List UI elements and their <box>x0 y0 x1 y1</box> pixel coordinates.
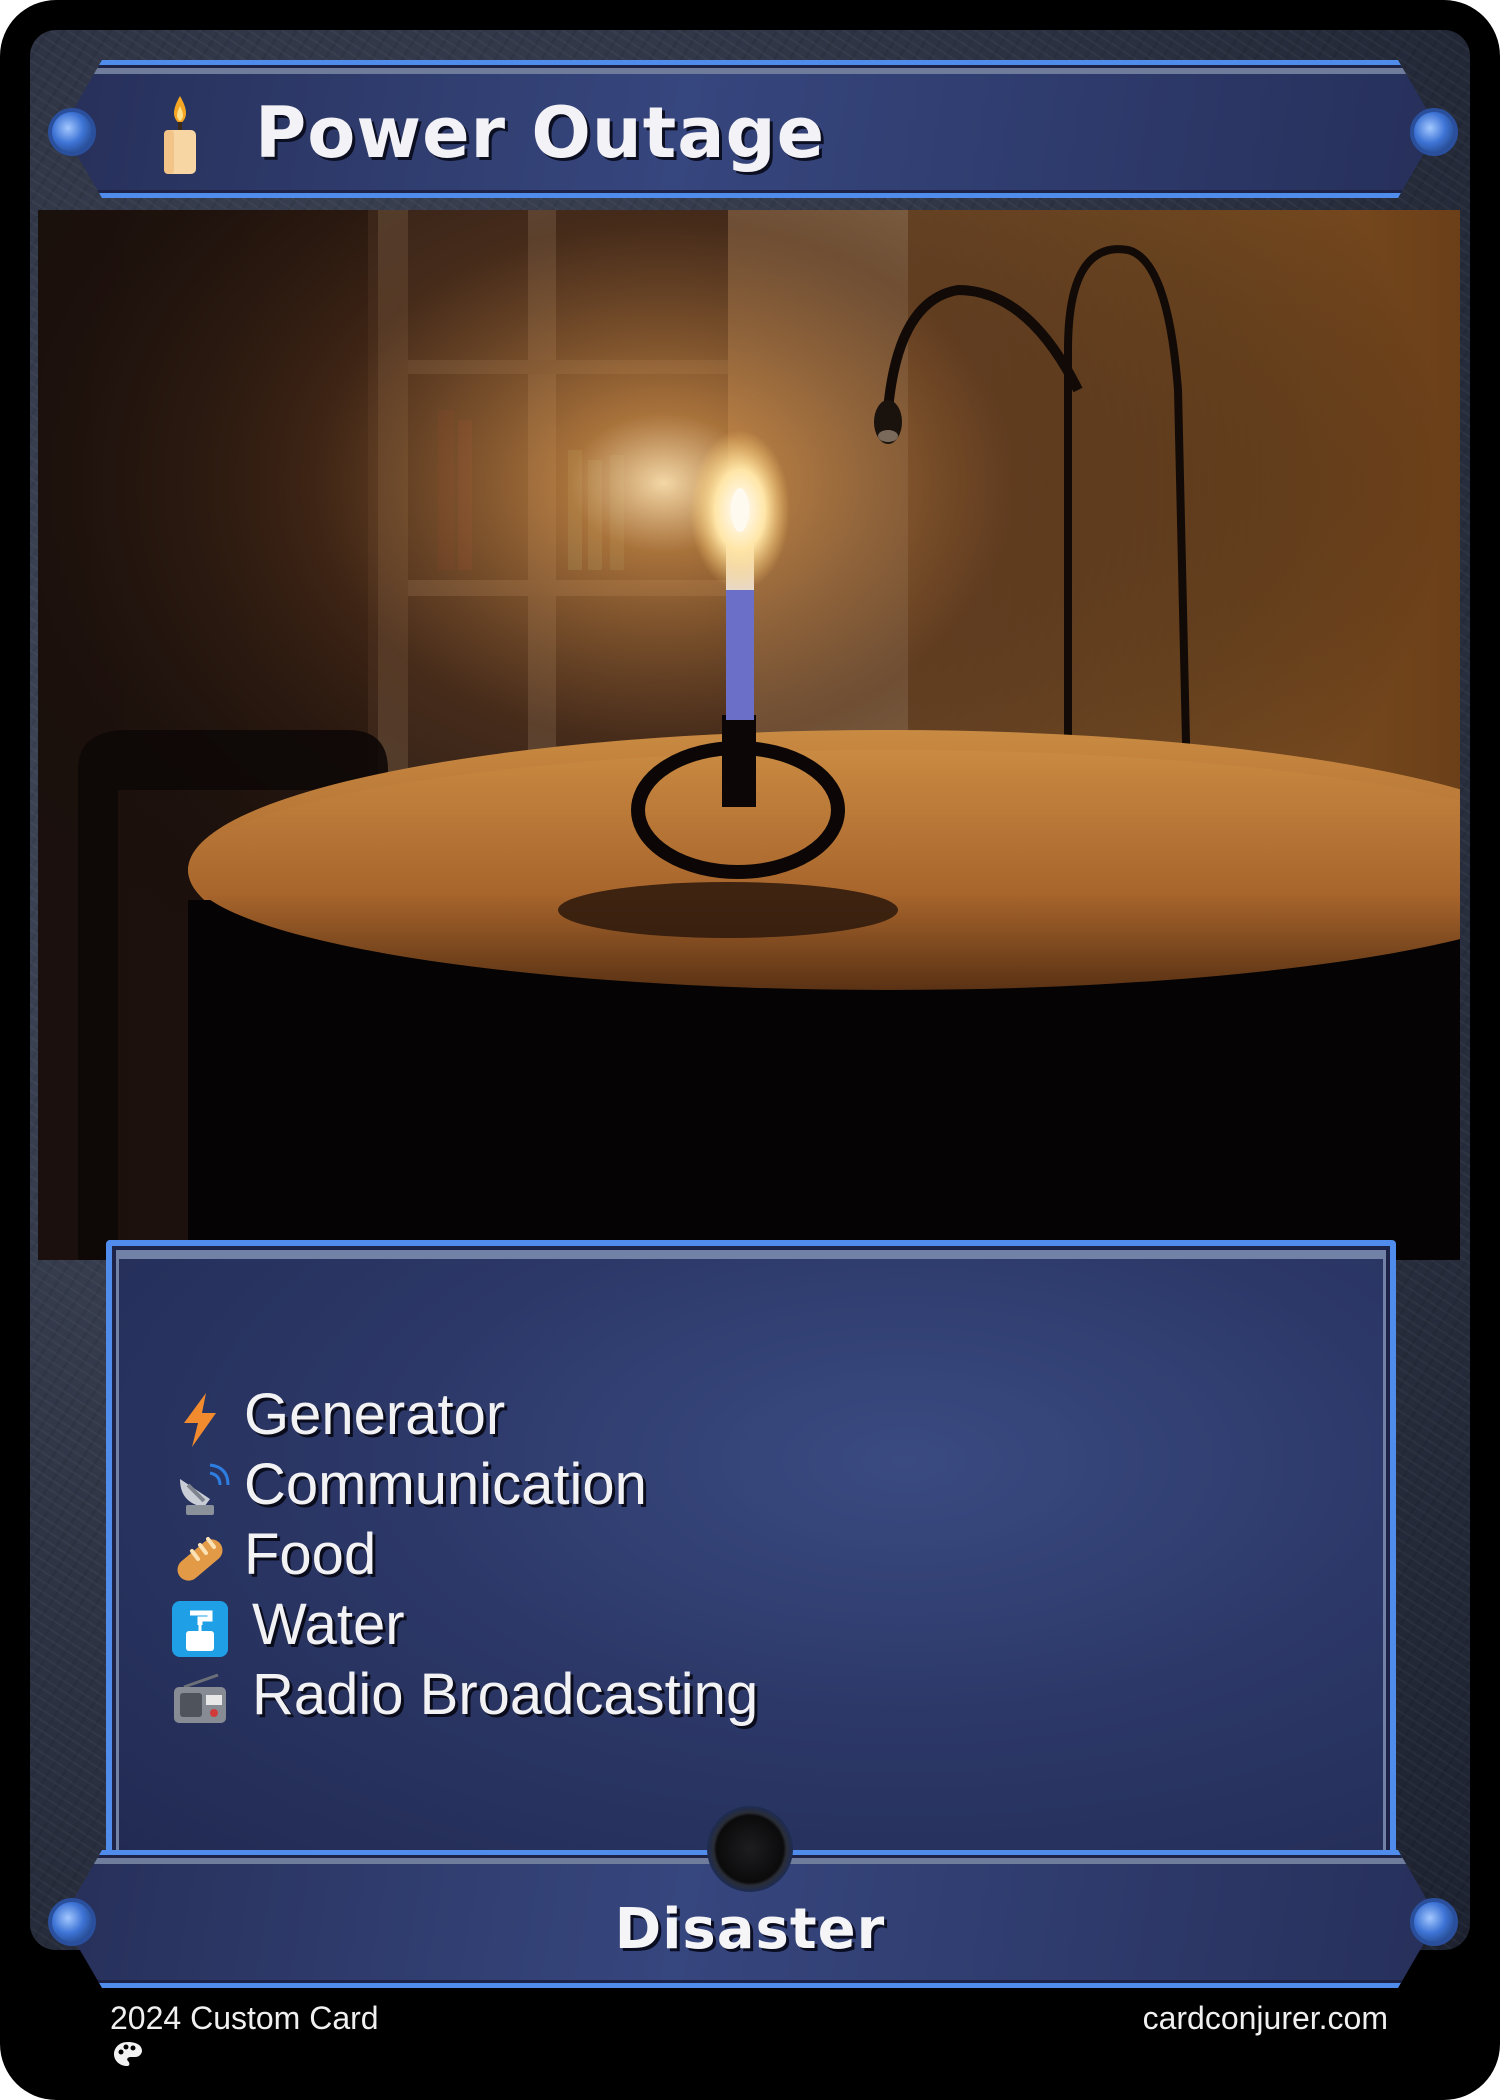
rule-food: Food <box>170 1520 758 1590</box>
type-line: Disaster <box>614 1897 886 1962</box>
satellite-dish-icon <box>180 1463 230 1515</box>
rules-list: Generator Communication Food Water Radio… <box>170 1380 758 1730</box>
footer-site: cardconjurer.com <box>1142 2000 1388 2036</box>
rule-text: Generator <box>244 1382 506 1447</box>
gem-right-icon <box>1410 108 1458 156</box>
center-gem-icon <box>707 1806 793 1892</box>
palette-icon <box>114 2042 142 2066</box>
rule-text: Communication <box>244 1452 647 1517</box>
lightning-icon <box>184 1392 216 1447</box>
footer-copyright: 2024 Custom Card <box>110 2000 379 2036</box>
candle-on-table-illustration <box>38 210 1460 1260</box>
water-tap-icon <box>172 1600 228 1657</box>
rule-communication: Communication <box>170 1450 758 1520</box>
card-art <box>38 210 1460 1260</box>
gem-left-icon <box>48 108 96 156</box>
bread-icon <box>177 1536 223 1581</box>
rule-water: Water <box>170 1590 758 1660</box>
rule-text: Radio Broadcasting <box>252 1662 759 1727</box>
rule-text: Food <box>244 1522 377 1587</box>
card: Power Outage Generator Communication Foo… <box>0 0 1500 2100</box>
rule-radio-broadcasting: Radio Broadcasting <box>170 1660 758 1730</box>
candle-icon <box>164 96 196 174</box>
rule-text: Water <box>252 1592 405 1657</box>
rule-generator: Generator <box>170 1380 758 1450</box>
radio-icon <box>174 1673 226 1723</box>
card-title: Power Outage <box>255 92 826 174</box>
